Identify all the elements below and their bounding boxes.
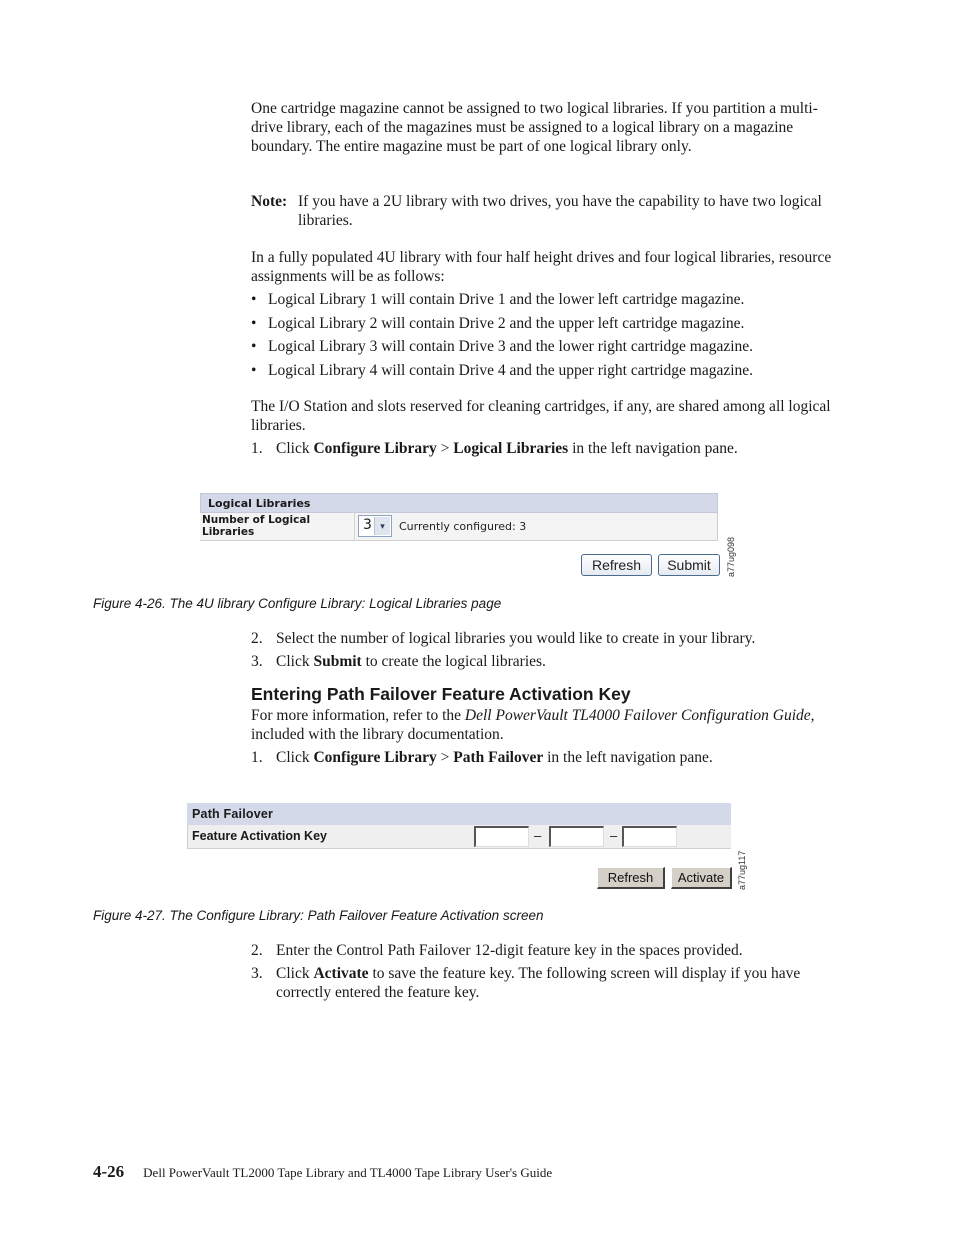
panel-header: Logical Libraries: [200, 493, 718, 513]
list-item: • Logical Library 3 will contain Drive 3 …: [251, 337, 843, 361]
book-title: Dell PowerVault TL2000 Tape Library and …: [143, 1165, 553, 1180]
note-text: If you have a 2U library with two drives…: [298, 193, 822, 229]
page-footer: 4-26 Dell PowerVault TL2000 Tape Library…: [93, 1162, 552, 1182]
refresh-button[interactable]: Refresh: [597, 867, 665, 889]
list-item: • Logical Library 2 will contain Drive 2 …: [251, 314, 843, 338]
guide-title: Dell PowerVault TL4000 Failover Configur…: [464, 707, 811, 724]
submit-button[interactable]: Submit: [658, 554, 720, 576]
panel-header: Path Failover: [187, 803, 731, 825]
logical-libraries-select[interactable]: 3 ▾: [358, 515, 392, 537]
key-field-1[interactable]: [474, 826, 529, 847]
chevron-down-icon[interactable]: ▾: [374, 517, 390, 535]
list-item: • Logical Library 1 will contain Drive 1 …: [251, 290, 843, 314]
note: Note: If you have a 2U library with two …: [251, 192, 843, 230]
key-field-3[interactable]: [622, 826, 677, 847]
field-label: Number of Logical Libraries: [202, 514, 311, 538]
assignment-intro: In a fully populated 4U library with fou…: [251, 249, 832, 285]
refresh-button[interactable]: Refresh: [581, 554, 652, 576]
key-separator: –: [610, 828, 618, 843]
section-intro: For more information, refer to the Dell …: [251, 707, 815, 743]
step-1: 1. Click Configure Library > Logical Lib…: [251, 440, 738, 457]
figure-code: a77ug098: [726, 536, 736, 577]
bullet-icon: •: [251, 338, 257, 355]
figure-caption: Figure 4-27. The Configure Library: Path…: [93, 908, 544, 923]
intro-paragraph: One cartridge magazine cannot be assigne…: [251, 100, 818, 155]
key-separator: –: [534, 828, 542, 843]
figure-path-failover: Path Failover Feature Activation Key – –…: [186, 802, 746, 892]
bullet-icon: •: [251, 314, 257, 332]
feature-activation-key-row: Feature Activation Key – –: [187, 825, 731, 849]
list-item: • Logical Library 4 will contain Drive 4 …: [251, 361, 843, 385]
bullet-icon: •: [251, 291, 257, 308]
key-field-2[interactable]: [549, 826, 604, 847]
figure-logical-libraries: Logical Libraries Number of Logical Libr…: [198, 492, 722, 582]
step-3-activate: 3. Click Activate to save the feature ke…: [251, 965, 801, 1001]
step-1-path-failover: 1. Click Configure Library > Path Failov…: [251, 749, 713, 766]
figure-caption: Figure 4-26. The 4U library Configure Li…: [93, 596, 502, 611]
bullet-icon: •: [251, 361, 257, 379]
step-3: 3. Click Submit to create the logical li…: [251, 653, 546, 670]
divider: [354, 513, 355, 540]
field-label: Feature Activation Key: [192, 829, 327, 843]
step-2-enter-key: 2. Enter the Control Path Failover 12-di…: [251, 942, 743, 959]
number-of-logical-libraries-row: Number of Logical Libraries 3 ▾ Currentl…: [200, 513, 718, 541]
activate-button[interactable]: Activate: [671, 867, 732, 889]
currently-configured: Currently configured: 3: [399, 520, 527, 533]
page-number: 4-26: [93, 1162, 125, 1181]
select-value: 3: [363, 517, 372, 533]
step-2: 2. Select the number of logical librarie…: [251, 630, 756, 647]
section-heading: Entering Path Failover Feature Activatio…: [251, 684, 631, 704]
figure-code: a77ug117: [737, 850, 747, 890]
shared-paragraph: The I/O Station and slots reserved for c…: [251, 398, 831, 434]
note-label: Note:: [251, 193, 288, 210]
assignment-list: • Logical Library 1 will contain Drive 1 …: [251, 290, 843, 384]
